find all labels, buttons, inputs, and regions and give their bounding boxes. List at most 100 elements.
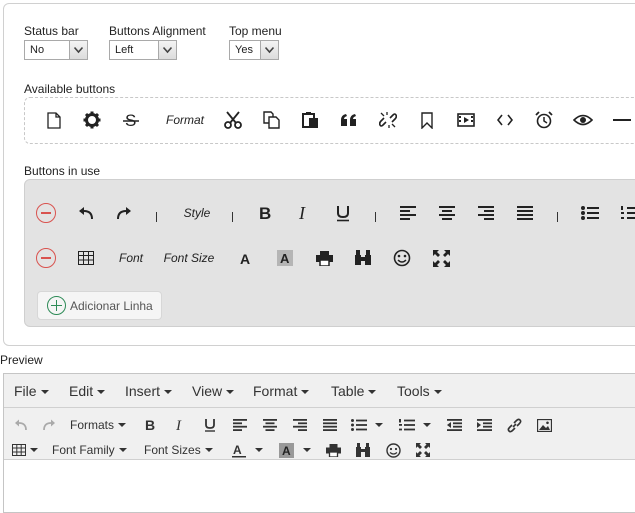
align-right-icon[interactable] [475, 201, 497, 225]
bookmark-icon[interactable] [416, 108, 438, 132]
undo-icon[interactable] [75, 201, 97, 225]
svg-text:I: I [298, 205, 306, 221]
separator [375, 212, 376, 222]
print-icon[interactable] [324, 440, 342, 460]
blockquote-icon[interactable] [338, 108, 360, 132]
underline-icon[interactable] [201, 415, 219, 435]
menu-table[interactable]: Table [331, 383, 377, 399]
print-icon[interactable] [313, 246, 335, 270]
fullscreen-icon[interactable] [414, 440, 432, 460]
format-button[interactable]: Format [159, 108, 211, 132]
italic-icon[interactable]: I [171, 415, 189, 435]
align-justify-icon[interactable] [514, 201, 536, 225]
menu-file[interactable]: File [14, 383, 49, 399]
text-color-dropdown[interactable]: A [232, 440, 270, 460]
find-icon[interactable] [354, 440, 372, 460]
status-bar-select[interactable]: No [24, 40, 88, 60]
fullscreen-icon[interactable] [430, 246, 452, 270]
svg-text:I: I [175, 418, 182, 432]
svg-text:S: S [125, 111, 136, 129]
preview-icon[interactable] [571, 108, 595, 132]
align-center-icon[interactable] [261, 415, 279, 435]
svg-text:A: A [233, 443, 242, 457]
align-left-icon[interactable] [397, 201, 419, 225]
menu-insert[interactable]: Insert [125, 383, 173, 399]
align-center-icon[interactable] [436, 201, 458, 225]
font-sizes-dropdown[interactable]: Font Sizes [144, 440, 218, 460]
new-document-icon[interactable] [43, 108, 65, 132]
available-buttons-label: Available buttons [24, 82, 116, 96]
menu-edit[interactable]: Edit [69, 383, 106, 399]
caret-down-icon [164, 390, 173, 395]
numbered-list-dropdown[interactable] [399, 415, 435, 435]
add-line-button[interactable]: Adicionar Linha [37, 291, 162, 320]
bullet-list-dropdown[interactable] [351, 415, 387, 435]
gear-icon[interactable] [81, 108, 103, 132]
cut-icon[interactable] [222, 108, 244, 132]
link-icon[interactable] [505, 415, 523, 435]
strikethrough-icon[interactable]: S [120, 108, 142, 132]
font-size-button[interactable]: Font Size [161, 246, 217, 270]
indent-icon[interactable] [475, 415, 493, 435]
font-family-dropdown[interactable]: Font Family [52, 440, 132, 460]
underline-icon[interactable] [332, 201, 354, 225]
emoticon-icon[interactable] [391, 246, 413, 270]
align-right-icon[interactable] [291, 415, 309, 435]
add-line-label: Adicionar Linha [70, 298, 153, 313]
font-button[interactable]: Font [113, 246, 149, 270]
background-color-dropdown[interactable]: A [279, 440, 317, 460]
table-icon[interactable] [75, 246, 97, 270]
buttons-alignment-value: Left [115, 44, 134, 56]
top-menu-label: Top menu [229, 24, 282, 38]
code-icon[interactable] [494, 108, 516, 132]
redo-icon[interactable] [113, 201, 135, 225]
align-justify-icon[interactable] [321, 415, 339, 435]
caret-down-icon [118, 448, 127, 452]
remove-row-icon[interactable] [36, 248, 56, 268]
caret-down-icon [204, 448, 213, 452]
bullet-list-icon[interactable] [579, 201, 601, 225]
copy-icon[interactable] [261, 108, 283, 132]
available-buttons-box: S Format [24, 97, 635, 144]
caret-down-icon [423, 423, 431, 427]
buttons-in-use-box: Style B I Font Font Size A A Adicionar L… [24, 179, 635, 327]
chevron-down-icon[interactable] [69, 41, 87, 59]
status-bar-field: Status bar No [24, 24, 88, 60]
italic-icon[interactable]: I [293, 201, 315, 225]
caret-down-icon [375, 423, 383, 427]
align-left-icon[interactable] [231, 415, 249, 435]
buttons-alignment-field: Buttons Alignment Left [109, 24, 206, 60]
caret-down-icon [97, 390, 106, 395]
undo-icon[interactable] [12, 415, 30, 435]
table-dropdown[interactable] [12, 440, 42, 460]
chevron-down-icon[interactable] [158, 41, 176, 59]
chevron-down-icon[interactable] [260, 41, 278, 59]
find-icon[interactable] [352, 246, 374, 270]
menu-view[interactable]: View [192, 383, 235, 399]
numbered-list-icon[interactable] [619, 201, 635, 225]
paste-icon[interactable] [300, 108, 322, 132]
bold-icon[interactable]: B [254, 201, 276, 225]
media-icon[interactable] [455, 108, 477, 132]
top-menu-select[interactable]: Yes [229, 40, 279, 60]
horizontal-rule-icon[interactable] [611, 108, 633, 132]
caret-down-icon [303, 448, 311, 452]
caret-down-icon [255, 448, 263, 452]
outdent-icon[interactable] [445, 415, 463, 435]
style-button[interactable]: Style [177, 201, 217, 225]
remove-row-icon[interactable] [36, 203, 56, 223]
background-color-icon[interactable]: A [274, 246, 296, 270]
editor-toolbar: Formats B I Font Family Font Sizes A A [4, 408, 635, 460]
buttons-alignment-select[interactable]: Left [109, 40, 177, 60]
separator [156, 212, 157, 222]
emoticon-icon[interactable] [384, 440, 402, 460]
menu-format[interactable]: Format [253, 383, 310, 399]
bold-icon[interactable]: B [141, 415, 159, 435]
image-icon[interactable] [535, 415, 553, 435]
formats-dropdown[interactable]: Formats [70, 415, 132, 435]
text-color-icon[interactable]: A [235, 246, 257, 270]
menu-tools[interactable]: Tools [397, 383, 442, 399]
alarm-icon[interactable] [533, 108, 555, 132]
redo-icon[interactable] [40, 415, 58, 435]
unlink-icon[interactable] [377, 108, 399, 132]
